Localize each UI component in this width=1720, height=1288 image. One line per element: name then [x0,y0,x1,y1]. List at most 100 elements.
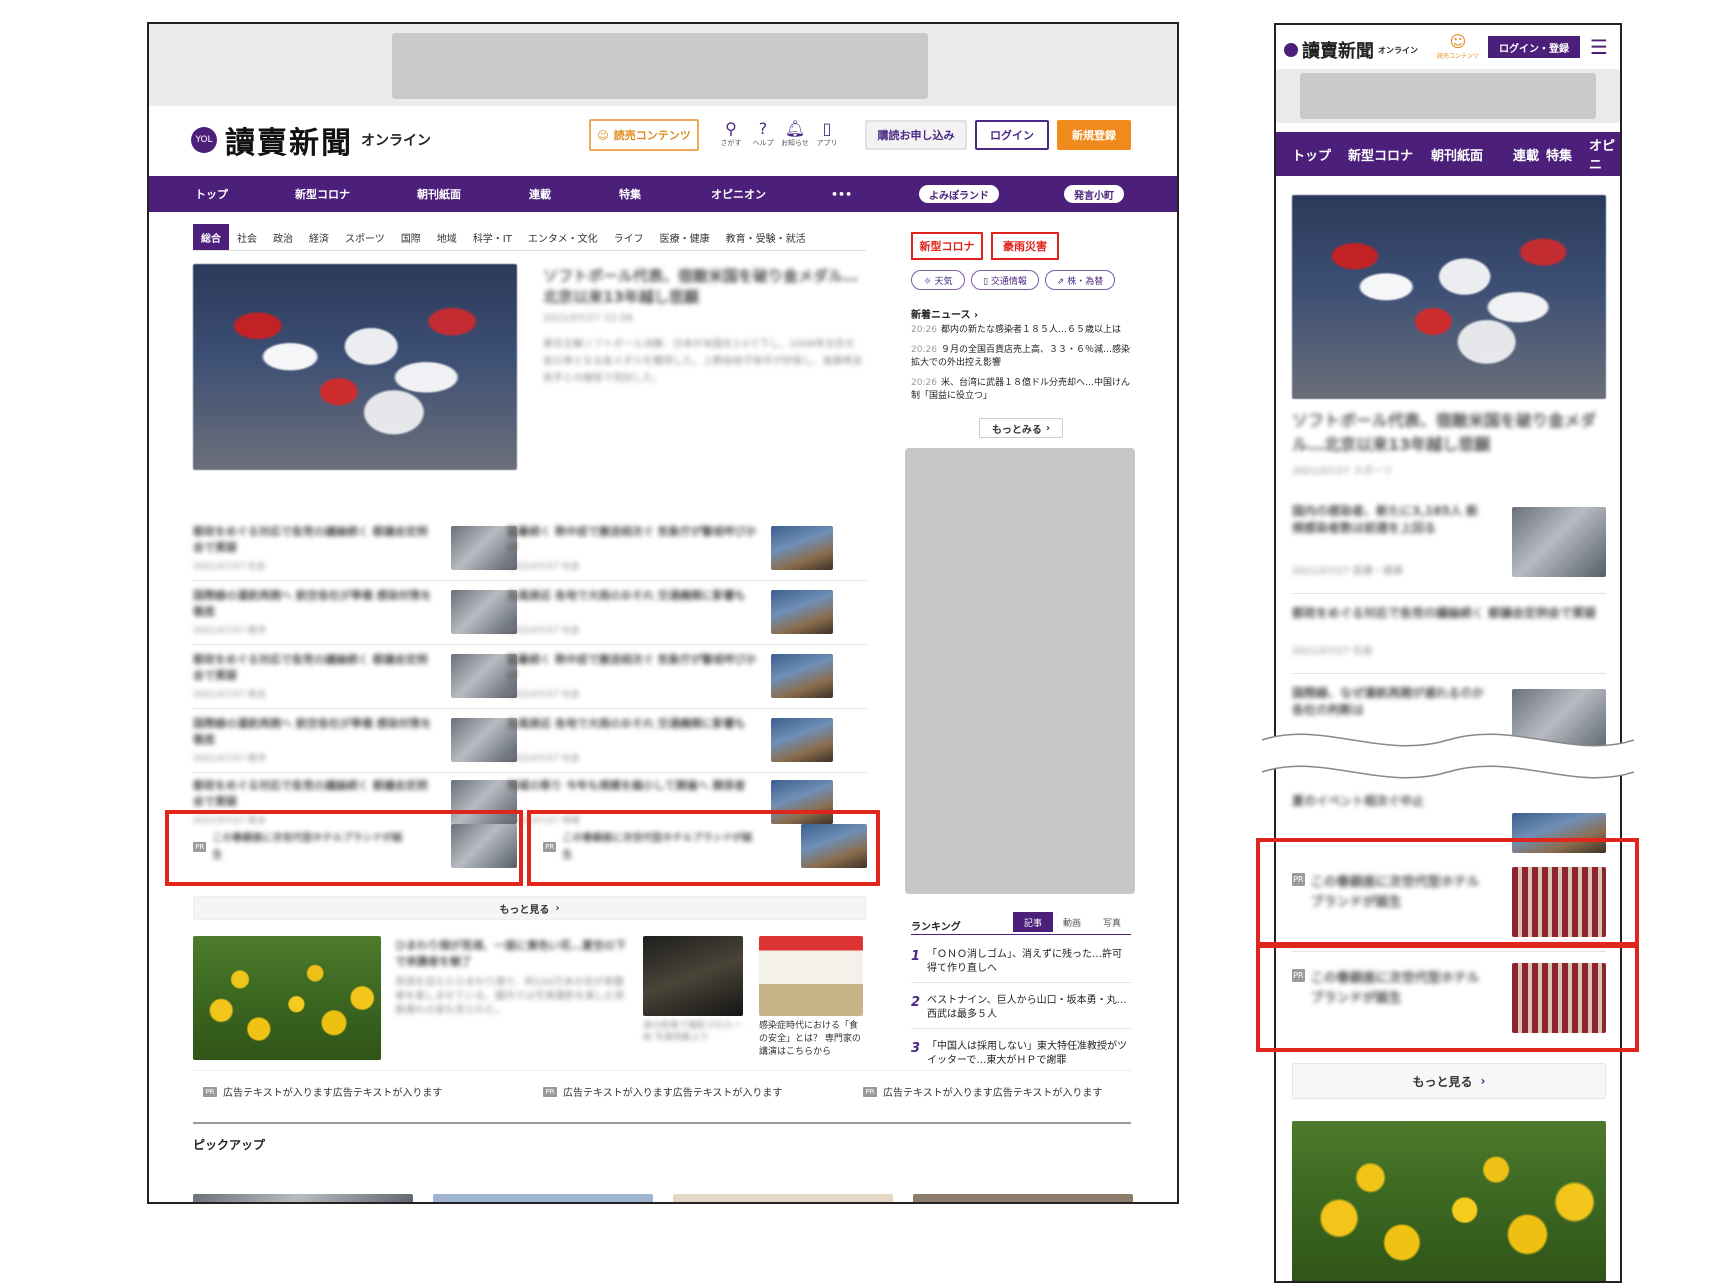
help-icon[interactable]: ? ヘルプ [747,120,779,148]
photo-feature-dark[interactable] [643,936,743,1016]
ranking-tab-photo[interactable]: 写真 [1103,916,1121,929]
subnav-science[interactable]: 科学・IT [465,230,520,245]
article-title[interactable]: 台風接近 各地で大雨のおそれ 交通機関に影響も [507,588,759,604]
latest-news-heading[interactable]: 新着ニュース › [911,306,978,321]
pickup-thumb-3[interactable] [673,1194,893,1202]
mobile-more-button[interactable]: もっと見る › [1292,1063,1606,1099]
app-icon[interactable]: ▯ アプリ [811,120,843,148]
nav-pill-komachi[interactable]: 発言小町 [1064,185,1124,203]
login-button[interactable]: ログイン [975,120,1049,150]
mobile-feature-photo[interactable] [1292,1121,1606,1281]
top-ad-banner[interactable] [149,24,1177,106]
subnav-sports[interactable]: スポーツ [337,230,393,245]
ranking-tab-video[interactable]: 動画 [1063,916,1081,929]
mobile-headline-title[interactable]: ソフトボール代表、宿敵米国を破り金メダル…北京以来13年越し悲願 [1292,409,1606,457]
feature-photo[interactable] [193,936,381,1060]
disaster-button[interactable]: 豪雨災害 [991,232,1059,260]
mobile-login-button[interactable]: ログイン・登録 [1488,36,1580,58]
sidebar-ad[interactable] [905,448,1135,894]
headline-photo[interactable] [193,264,517,470]
subnav-health[interactable]: 医療・健康 [652,230,718,245]
subnav-region[interactable]: 地域 [429,230,465,245]
nav-opinion[interactable]: オピニオン [711,176,766,212]
news-item[interactable]: 20:26 都内の新たな感染者１８５人…６５歳以上は [911,324,1131,337]
mobile-article-title[interactable]: 都政をめぐる対応で各党の議論続く 都議会定例会で質疑 [1292,605,1606,622]
article-title[interactable]: 猛暑続く 熱中症で搬送相次ぐ 気象庁が警戒呼びかけ [507,524,759,556]
stocks-chip[interactable]: ⇗ 株・為替 [1045,270,1115,290]
pickup-thumb-2[interactable] [433,1194,653,1202]
search-icon[interactable]: ⚲ さがす [715,120,747,148]
news-more-button[interactable]: もっとみる › [979,418,1063,438]
article-thumbnail[interactable] [771,526,833,570]
nav-top[interactable]: トップ [195,176,228,212]
article-title[interactable]: 都政をめぐる対応で各党の議論続く 都議会定例会で質疑 [193,524,433,556]
subnav-international[interactable]: 国際 [393,230,429,245]
event-poster[interactable] [759,936,863,1016]
nav-series[interactable]: 連載 [529,176,551,212]
subnav-politics[interactable]: 政治 [265,230,301,245]
poster-caption[interactable]: 感染症時代における「食の安全」とは？ 専門家の講演はこちらから [759,1020,863,1059]
mobile-article-thumb[interactable] [1512,507,1606,577]
text-ad-1[interactable]: PR 広告テキストが入ります広告テキストが入ります [203,1084,442,1099]
nav-pill-yomipo[interactable]: よみぽランド [919,185,999,203]
article-title[interactable]: 国際線の運航再開へ 航空各社が準備 感染対策を徹底 [193,588,433,620]
article-title[interactable]: 都政をめぐる対応で各党の議論続く 都議会定例会で質疑 [193,652,433,684]
nav-corona[interactable]: 新型コロナ [295,176,350,212]
mobile-article-title[interactable]: 国際線、なぜ運航再開が遅れるのか 各社の判断は [1292,685,1488,719]
article-thumbnail[interactable] [771,590,833,634]
article-thumbnail[interactable] [771,654,833,698]
news-item[interactable]: 20:26 ９月の全国百貨店売上高、３３・６％減…感染拡大での外出控え影響 [911,344,1131,370]
site-logo[interactable]: YOL 讀賣新聞 オンライン [191,118,431,162]
text-ad-3[interactable]: PR 広告テキストが入ります広告テキストが入ります [863,1084,1102,1099]
headline-title[interactable]: ソフトボール代表、宿敵米国を破り金メダル…北京以来13年越し悲願 [543,266,863,308]
subnav-society[interactable]: 社会 [229,230,265,245]
subnav-education[interactable]: 教育・受験・就活 [718,230,814,245]
article-title[interactable]: 台風接近 各地で大雨のおそれ 交通機関に影響も [507,716,759,732]
subnav-entertainment[interactable]: エンタメ・文化 [520,230,606,245]
subnav-general[interactable]: 総合 [193,224,229,250]
subscribe-button[interactable]: 購読お申し込み [865,120,967,150]
mobile-article-title[interactable]: 夏のイベント相次ぐ中止 [1292,793,1488,810]
dark-caption[interactable]: 夜の街角で撮影された一枚 写真特集より [643,1020,743,1044]
subnav-economy[interactable]: 経済 [301,230,337,245]
ranking-tab-articles[interactable]: 記事 [1013,912,1053,932]
mobile-tab-opinion[interactable]: オピニ [1589,132,1620,176]
article-thumbnail[interactable] [771,718,833,762]
mobile-headline-photo[interactable] [1292,195,1606,399]
more-button[interactable]: もっと見る › [193,896,866,920]
mobile-tab-series[interactable]: 連載 [1513,132,1539,176]
mobile-tab-paper[interactable]: 朝刊紙面 [1431,132,1483,176]
ad-placeholder[interactable] [392,33,928,99]
hamburger-menu-icon[interactable]: ☰ [1590,37,1608,57]
pickup-thumb-4[interactable] [913,1194,1133,1202]
article-title[interactable]: 都政をめぐる対応で各党の議論続く 都議会定例会で質疑 [193,778,433,810]
bell-icon[interactable]: 🔔︎ お知らせ [779,120,811,148]
ranking-item[interactable]: 2 ベストナイン、巨人から山口・坂本勇・丸…西武は最多５人 [911,994,1131,1022]
news-item[interactable]: 20:26 米、台湾に武器１８億ドル分売却へ…中国けん制「国益に役立つ」 [911,377,1131,403]
pickup-thumb-1[interactable] [193,1194,413,1202]
nav-more[interactable]: ••• [831,176,852,212]
article-title[interactable]: 猛暑続く 熱中症で搬送相次ぐ 気象庁が警戒呼びかけ [507,652,759,684]
subnav-life[interactable]: ライフ [606,230,652,245]
corona-button[interactable]: 新型コロナ [911,232,983,260]
nav-morning-paper[interactable]: 朝刊紙面 [417,176,461,212]
weather-chip[interactable]: ☼ 天気 [911,270,965,290]
ranking-item[interactable]: 3 「中国人は採用しない」東大特任准教授がツイッターで…東大がＨＰで謝罪 [911,1040,1131,1068]
text-ad-2[interactable]: PR 広告テキストが入ります広告テキストが入ります [543,1084,782,1099]
article-title[interactable]: 地域の祭り 今年も規模を縮小して開催へ 関係者 [507,778,759,794]
mobile-content-button[interactable]: ☺ 読売コンテンツ [1436,33,1480,61]
content-button[interactable]: ☺ 読売コンテンツ [589,119,699,151]
subnav-divider [193,250,866,251]
register-button[interactable]: 新規登録 [1057,120,1131,150]
mobile-logo[interactable]: 讀賣新聞 オンライン [1284,37,1418,63]
nav-feature[interactable]: 特集 [619,176,641,212]
mobile-tab-feature[interactable]: 特集 [1546,132,1572,176]
feature-title[interactable]: ひまわり畑が見頃、一面に黄色い花…夏空の下で来園者を魅了 [395,938,627,970]
article-title[interactable]: 国際線の運航再開へ 航空各社が準備 感染対策を徹底 [193,716,433,748]
ad-placeholder[interactable] [1300,73,1596,119]
mobile-article-title[interactable]: 国内の感染者、新たに3,185人 新規感染者数は前週を上回る [1292,503,1488,537]
mobile-tab-top[interactable]: トップ [1292,132,1331,176]
mobile-tab-corona[interactable]: 新型コロナ [1348,132,1413,176]
ranking-item[interactable]: 1 「ＯＮＯ消しゴム」、消えずに残った…許可得て作り直しへ [911,948,1131,976]
traffic-chip[interactable]: ▯ 交通情報 [971,270,1039,290]
